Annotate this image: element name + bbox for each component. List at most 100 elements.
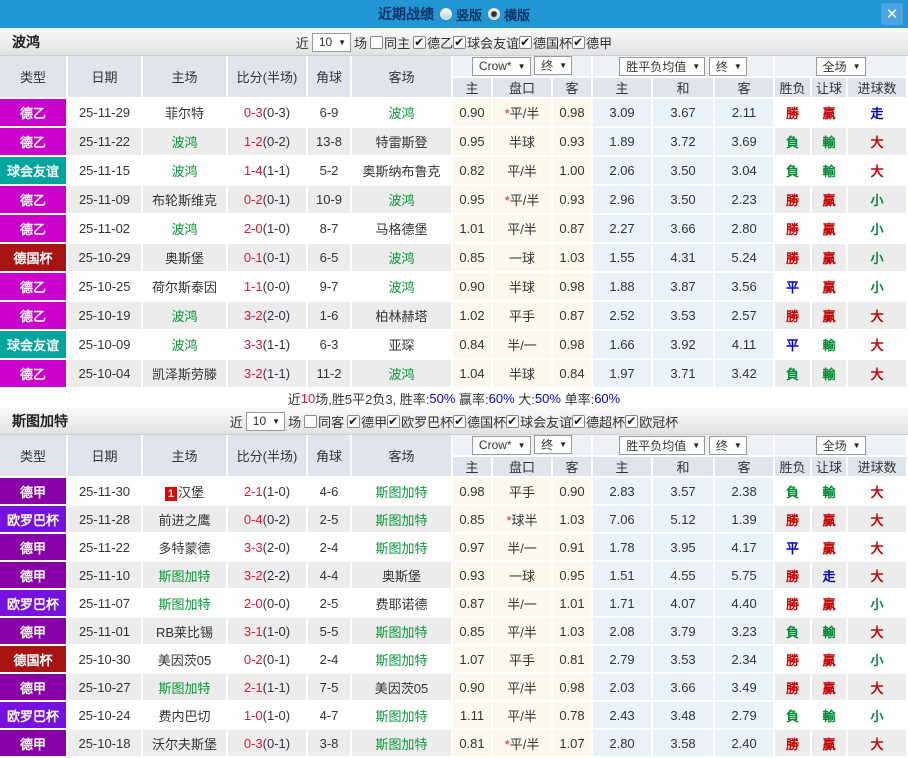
handicap-odds-home: 0.97 [453, 534, 493, 562]
layout-radio-vertical[interactable]: 竖版 [439, 5, 482, 24]
home-team-name: 荷尔斯泰因 [151, 280, 217, 295]
league-checkbox[interactable]: 欧罗巴杯 [387, 412, 453, 431]
checkbox-icon[interactable] [625, 414, 639, 428]
league-checkbox[interactable]: 德乙 [413, 33, 453, 52]
sub-col-avg-away: 客 [715, 457, 776, 478]
league-checkbox[interactable]: 德甲 [347, 412, 387, 431]
result-handicap: 贏 [812, 186, 849, 215]
avg-odds-select[interactable]: 胜平负均值 ▼ [619, 56, 706, 76]
match-score: 0-4(0-2) [228, 506, 308, 534]
match-count-select[interactable]: 10 ▼ [245, 411, 286, 431]
radio-icon[interactable] [439, 8, 452, 20]
col-home: 主场 [143, 56, 228, 99]
home-team: 波鸿 [143, 128, 228, 157]
fulltime-score: 1-4 [243, 163, 263, 178]
checkbox-icon[interactable] [453, 414, 467, 428]
corner-count: 4-6 [308, 478, 352, 506]
match-score: 3-3(2-0) [228, 534, 308, 562]
fullmatch-select[interactable]: 全场 ▼ [815, 56, 866, 76]
halftime-score: (1-0) [262, 707, 291, 723]
checkbox-icon[interactable] [519, 35, 533, 49]
home-team: 波鸿 [143, 331, 228, 360]
radio-icon[interactable] [488, 8, 500, 20]
home-team: RB莱比锡 [143, 618, 228, 646]
checkbox-icon[interactable] [304, 414, 318, 428]
avg-odds-home: 2.96 [593, 186, 654, 215]
handicap-odds-home: 0.85 [453, 506, 493, 534]
match-count-select[interactable]: 10 ▼ [311, 32, 352, 52]
halftime-score: (2-0) [262, 539, 291, 555]
league-checkbox[interactable]: 欧冠杯 [625, 412, 678, 431]
layout-radio-horizontal[interactable]: 横版 [488, 5, 530, 24]
result-wdl: 勝 [775, 646, 813, 674]
fulltime-score: 2-0 [243, 221, 263, 236]
league-checkbox[interactable]: 球会友谊 [453, 33, 519, 52]
bookmaker-select[interactable]: Crow* ▼ [471, 56, 531, 76]
league-checkbox[interactable]: 德甲 [572, 33, 612, 52]
match-row: 欧罗巴杯 25-10-24 费内巴切 1-0(1-0) 4-7 斯图加特 1.11 平/半 0.… [0, 702, 908, 730]
result-goals: 大 [848, 674, 908, 702]
home-team-name: 波鸿 [171, 164, 198, 179]
close-icon[interactable]: ✕ [881, 3, 903, 25]
corner-count: 2-5 [308, 506, 352, 534]
sub-col-avg-draw: 和 [653, 457, 716, 478]
result-goals: 大 [848, 618, 908, 646]
match-date: 25-11-28 [68, 506, 143, 534]
result-handicap: 贏 [812, 646, 849, 674]
final2-select[interactable]: 终 ▼ [708, 56, 747, 76]
final2-select-value: 终 [715, 59, 728, 74]
final-select[interactable]: 终 ▼ [534, 56, 573, 76]
same-venue-checkbox[interactable]: 同客 [304, 412, 344, 431]
home-team-name: 汉堡 [178, 484, 205, 500]
away-team-name: 奥斯堡 [381, 568, 421, 584]
fulltime-score: 3-3 [243, 539, 263, 555]
match-row: 德乙 25-11-02 波鸿 2-0(1-0) 8-7 马格德堡 1.01 平/半 0.87 2.… [0, 215, 908, 244]
league-label: 德国杯 [467, 414, 507, 430]
halftime-score: (0-1) [262, 192, 291, 207]
checkbox-icon[interactable] [387, 414, 401, 428]
halftime-score: (0-0) [262, 595, 291, 611]
away-team: 波鸿 [352, 360, 453, 389]
match-score: 3-2(2-2) [228, 562, 308, 590]
result-handicap: 贏 [812, 674, 849, 702]
games-label: 场 [288, 414, 302, 430]
result-handicap: 輸 [812, 157, 849, 186]
checkbox-icon[interactable] [572, 35, 586, 49]
checkbox-icon[interactable] [453, 35, 467, 49]
result-wdl: 勝 [775, 215, 813, 244]
checkbox-icon[interactable] [572, 414, 586, 428]
checkbox-icon[interactable] [370, 35, 384, 49]
sub-col-avg-draw: 和 [653, 78, 716, 99]
match-type: 德乙 [0, 273, 68, 302]
avg-odds-group: 胜平负均值 ▼ 终 ▼ [593, 435, 776, 457]
corner-count: 2-4 [308, 646, 352, 674]
bookmaker-select[interactable]: Crow* ▼ [471, 435, 531, 455]
league-checkbox[interactable]: 德国杯 [453, 412, 506, 431]
sub-col-odds-home: 主 [453, 457, 493, 478]
avg-odds-select[interactable]: 胜平负均值 ▼ [619, 435, 706, 455]
league-checkbox[interactable]: 德超杯 [572, 412, 625, 431]
home-team: 前进之鹰 [143, 506, 228, 534]
result-handicap: 贏 [812, 99, 849, 128]
match-type: 德甲 [0, 618, 68, 646]
handicap-odds-home: 1.07 [453, 646, 493, 674]
checkbox-icon[interactable] [347, 414, 361, 428]
match-date: 25-11-30 [68, 478, 143, 506]
games-label: 场 [354, 35, 368, 51]
avg-odds-home: 2.80 [593, 730, 654, 758]
same-venue-checkbox[interactable]: 同主 [370, 33, 410, 52]
final-select[interactable]: 终 ▼ [534, 435, 573, 455]
league-checkbox[interactable]: 德国杯 [519, 33, 572, 52]
checkbox-icon[interactable] [506, 414, 520, 428]
match-type: 德乙 [0, 99, 68, 128]
checkbox-icon[interactable] [413, 35, 427, 49]
avg-odds-draw: 3.71 [653, 360, 716, 389]
fullmatch-select[interactable]: 全场 ▼ [815, 435, 866, 455]
star-marker: * [504, 736, 510, 752]
league-checkbox[interactable]: 球会友谊 [506, 412, 572, 431]
away-team: 斯图加特 [352, 730, 453, 758]
handicap-line: 平/半 [493, 674, 553, 702]
halftime-score: (2-2) [262, 567, 291, 583]
final2-select[interactable]: 终 ▼ [708, 435, 747, 455]
section-header: 斯图加特 近 10 ▼ 场 同客 德甲欧罗巴杯德国杯球会友谊德超杯欧冠杯 [0, 407, 908, 435]
